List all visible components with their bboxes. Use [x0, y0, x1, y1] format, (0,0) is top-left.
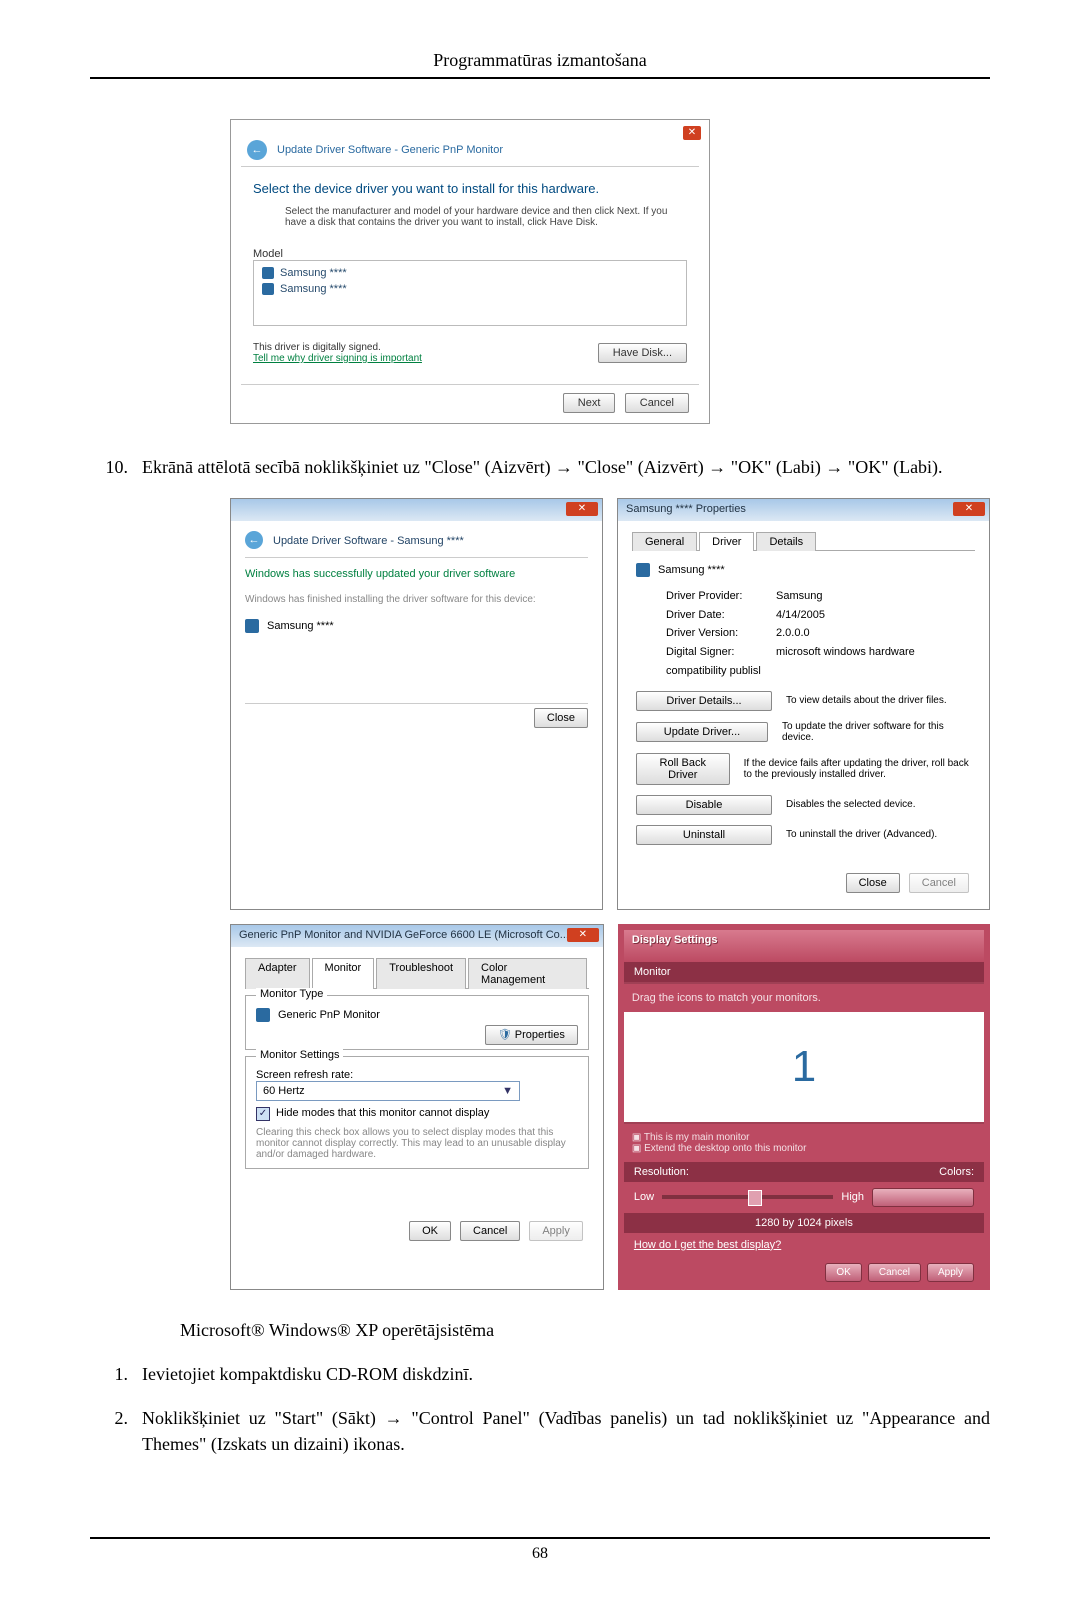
drag-instruction: Drag the icons to match your monitors. — [624, 982, 984, 1012]
date-label: Driver Date: — [666, 606, 776, 625]
update-driver-button[interactable]: Update Driver... — [636, 722, 768, 742]
wizard-headline: Select the device driver you want to ins… — [253, 181, 699, 196]
resolution-label: Resolution: — [634, 1166, 689, 1178]
close-button[interactable]: Close — [846, 873, 900, 893]
step-10: 10. Ekrānā attēlotā secībā noklikšķiniet… — [90, 454, 990, 480]
breadcrumb: Update Driver Software - Samsung **** — [273, 535, 464, 547]
signed-text: This driver is digitally signed. — [253, 342, 381, 353]
page-header: Programmatūras izmantošana — [90, 50, 990, 71]
monitor-settings-dialog: Generic PnP Monitor and NVIDIA GeForce 6… — [230, 924, 604, 1290]
back-arrow-icon[interactable]: ← — [245, 531, 263, 549]
resolution-value: 1280 by 1024 pixels — [624, 1213, 984, 1233]
model-item: Samsung **** — [258, 281, 682, 297]
page-number: 68 — [90, 1537, 990, 1563]
next-button[interactable]: Next — [563, 393, 616, 413]
monitor-icon — [245, 619, 259, 633]
device-name: Samsung **** — [658, 564, 725, 576]
disable-desc: Disables the selected device. — [786, 799, 916, 810]
model-list[interactable]: Samsung **** Samsung **** — [253, 260, 687, 326]
driver-details-desc: To view details about the driver files. — [786, 695, 947, 706]
tab-adapter[interactable]: Adapter — [245, 958, 310, 989]
monitor-preview[interactable]: 1 — [624, 1012, 984, 1122]
version-value: 2.0.0.0 — [776, 627, 810, 639]
header-rule — [90, 77, 990, 79]
dialog-title: Samsung **** Properties — [618, 499, 989, 519]
os-heading: Microsoft® Windows® XP operētājsistēma — [180, 1320, 990, 1341]
panel-title: Display Settings — [624, 930, 984, 962]
device-name: Samsung **** — [267, 620, 334, 632]
tab-driver[interactable]: Driver — [699, 532, 754, 551]
cancel-button: Cancel — [909, 873, 969, 893]
tab-monitor[interactable]: Monitor — [312, 958, 375, 989]
cancel-button[interactable]: Cancel — [460, 1221, 520, 1241]
dialog-title: Generic PnP Monitor and NVIDIA GeForce 6… — [231, 925, 603, 945]
monitor-type-value: Generic PnP Monitor — [278, 1008, 380, 1020]
monitor-icon — [636, 563, 650, 577]
uninstall-button[interactable]: Uninstall — [636, 825, 772, 845]
rollback-driver-button[interactable]: Roll Back Driver — [636, 753, 730, 785]
wizard-desc: Select the manufacturer and model of you… — [285, 206, 687, 228]
driver-wizard-dialog: ✕ ← Update Driver Software - Generic PnP… — [230, 119, 710, 424]
tab-general[interactable]: General — [632, 532, 697, 551]
tab-color[interactable]: Color Management — [468, 958, 587, 989]
version-label: Driver Version: — [666, 624, 776, 643]
properties-button[interactable]: 🛡 Properties — [485, 1025, 578, 1045]
tab-details[interactable]: Details — [756, 532, 816, 551]
rollback-driver-desc: If the device fails after updating the d… — [744, 758, 971, 780]
ok-button[interactable]: OK — [825, 1263, 861, 1282]
step-2: 2. Noklikšķiniet uz "Start" (Sākt) → "Co… — [90, 1405, 990, 1457]
cancel-button[interactable]: Cancel — [625, 393, 689, 413]
provider-label: Driver Provider: — [666, 587, 776, 606]
hide-modes-checkbox[interactable]: ✓ Hide modes that this monitor cannot di… — [256, 1107, 578, 1121]
close-icon[interactable]: ✕ — [566, 502, 598, 516]
help-link[interactable]: How do I get the best display? — [624, 1233, 984, 1257]
panel-tab[interactable]: Monitor — [624, 962, 984, 982]
monitor-icon — [256, 1008, 270, 1022]
model-label: Model — [253, 248, 687, 260]
update-driver-desc: To update the driver software for this d… — [782, 721, 971, 743]
close-icon[interactable]: ✕ — [953, 502, 985, 516]
refresh-combobox[interactable]: 60 Hertz ▼ — [256, 1081, 520, 1101]
tab-troubleshoot[interactable]: Troubleshoot — [376, 958, 466, 989]
close-button[interactable]: Close — [534, 708, 588, 728]
shield-icon: 🛡 — [498, 1029, 512, 1041]
update-done-dialog: ✕ ← Update Driver Software - Samsung ***… — [230, 498, 603, 909]
signer-label: Digital Signer: — [666, 643, 776, 662]
model-item: Samsung **** — [258, 265, 682, 281]
provider-value: Samsung — [776, 590, 822, 602]
breadcrumb: Update Driver Software - Generic PnP Mon… — [277, 144, 503, 156]
properties-dialog: Samsung **** Properties ✕ General Driver… — [617, 498, 990, 909]
resolution-slider[interactable]: Low High — [624, 1182, 984, 1213]
monitor-type-fieldset: Monitor Type Generic PnP Monitor 🛡 Prope… — [245, 995, 589, 1050]
colors-label: Colors: — [939, 1166, 974, 1178]
chevron-down-icon: ▼ — [502, 1085, 513, 1097]
driver-details-button[interactable]: Driver Details... — [636, 691, 772, 711]
monitor-icon — [262, 267, 274, 279]
extend-desktop-checkbox[interactable]: ▣ Extend the desktop onto this monitor — [632, 1143, 976, 1154]
display-settings-panel: Display Settings Monitor Drag the icons … — [618, 924, 990, 1290]
hide-modes-desc: Clearing this check box allows you to se… — [256, 1127, 578, 1160]
refresh-label: Screen refresh rate: — [256, 1069, 578, 1081]
apply-button: Apply — [529, 1221, 583, 1241]
main-monitor-checkbox[interactable]: ▣ This is my main monitor — [632, 1132, 976, 1143]
success-sub: Windows has finished installing the driv… — [245, 594, 588, 605]
close-icon[interactable]: ✕ — [567, 928, 599, 942]
monitor-settings-fieldset: Monitor Settings Screen refresh rate: 60… — [245, 1056, 589, 1169]
disable-button[interactable]: Disable — [636, 795, 772, 815]
date-value: 4/14/2005 — [776, 609, 825, 621]
have-disk-button[interactable]: Have Disk... — [598, 343, 687, 363]
cancel-button[interactable]: Cancel — [868, 1263, 921, 1282]
back-arrow-icon[interactable]: ← — [247, 140, 267, 160]
monitor-icon — [262, 283, 274, 295]
colors-combobox[interactable] — [872, 1188, 974, 1207]
signing-link[interactable]: Tell me why driver signing is important — [253, 353, 422, 364]
success-headline: Windows has successfully updated your dr… — [245, 568, 588, 580]
slider-thumb-icon[interactable] — [748, 1190, 762, 1206]
tabset: General Driver Details — [632, 531, 975, 551]
uninstall-desc: To uninstall the driver (Advanced). — [786, 829, 937, 840]
apply-button[interactable]: Apply — [927, 1263, 974, 1282]
ok-button[interactable]: OK — [409, 1221, 451, 1241]
step-1: 1. Ievietojiet kompaktdisku CD-ROM diskd… — [90, 1361, 990, 1387]
